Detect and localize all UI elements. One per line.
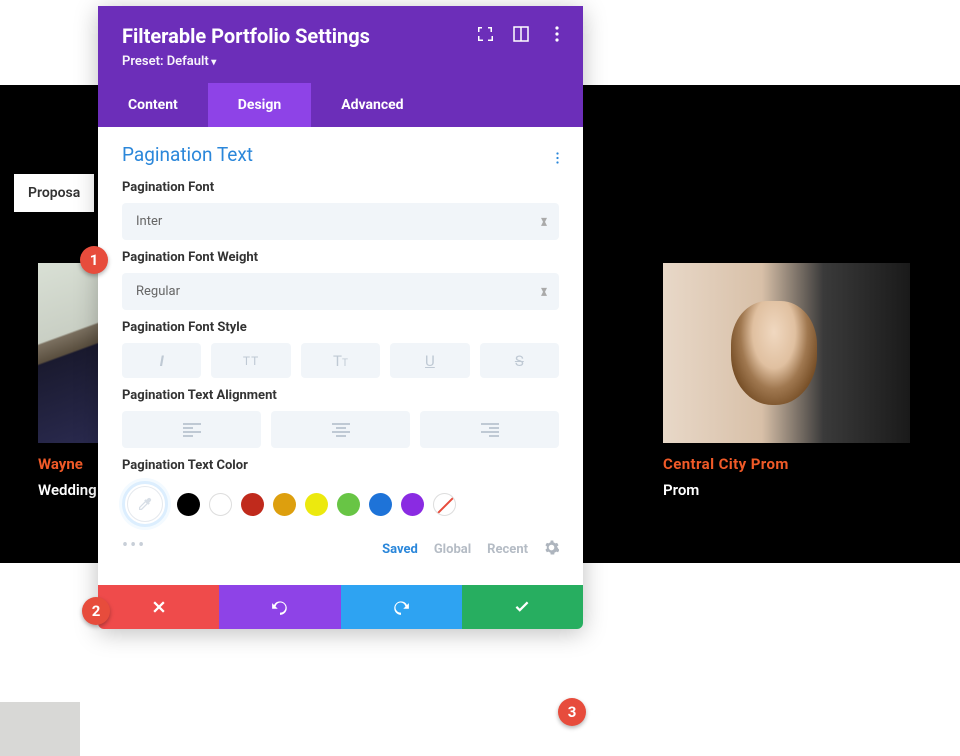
swatch-black[interactable] xyxy=(177,493,200,516)
section-title-text: Pagination Text xyxy=(122,143,253,166)
redo-icon xyxy=(392,598,410,616)
label-text-alignment: Pagination Text Alignment xyxy=(122,388,559,403)
pagination-weight-select[interactable]: Regular xyxy=(122,273,559,310)
expand-icon[interactable] xyxy=(477,26,493,42)
align-center-button[interactable] xyxy=(271,411,410,448)
modal-body: Pagination Text Pagination Font Inter Pa… xyxy=(98,127,583,567)
tab-advanced[interactable]: Advanced xyxy=(311,83,433,127)
page-2[interactable]: 2 xyxy=(827,576,838,595)
portfolio-thumb xyxy=(663,263,910,443)
eyedropper-icon xyxy=(137,496,153,512)
style-underline-button[interactable]: U xyxy=(390,343,469,378)
redo-button[interactable] xyxy=(341,585,462,629)
bg-gray-block xyxy=(0,702,80,756)
select-value: Regular xyxy=(136,284,180,299)
portfolio-title[interactable]: Wayne xyxy=(38,455,98,473)
undo-icon xyxy=(271,598,289,616)
filter-tab[interactable]: Proposa xyxy=(14,174,94,212)
style-strike-button[interactable]: S xyxy=(480,343,559,378)
swatch-purple[interactable] xyxy=(401,493,424,516)
portfolio-category[interactable]: Wedding xyxy=(38,481,98,499)
swatch-none[interactable] xyxy=(433,493,456,516)
check-icon xyxy=(513,598,531,616)
swatch-orange[interactable] xyxy=(273,493,296,516)
tab-design[interactable]: Design xyxy=(208,83,311,127)
align-right-button[interactable] xyxy=(420,411,559,448)
align-left-button[interactable] xyxy=(122,411,261,448)
style-uppercase-button[interactable]: TT xyxy=(211,343,290,378)
palette-tabs: Saved Global Recent xyxy=(122,540,559,559)
portfolio-title[interactable]: Central City Prom xyxy=(663,455,910,473)
undo-button[interactable] xyxy=(219,585,340,629)
kebab-icon[interactable] xyxy=(549,26,565,42)
portfolio-card-left[interactable]: Wayne Wedding xyxy=(38,263,98,499)
settings-modal: Filterable Portfolio Settings Preset: De… xyxy=(98,6,583,629)
color-swatches xyxy=(122,481,559,527)
swatch-yellow[interactable] xyxy=(305,493,328,516)
modal-header: Filterable Portfolio Settings Preset: De… xyxy=(98,6,583,83)
palette-saved-tab[interactable]: Saved xyxy=(382,542,418,557)
page-1[interactable]: 1 xyxy=(794,576,805,595)
columns-icon[interactable] xyxy=(513,26,529,42)
close-icon xyxy=(150,598,168,616)
label-text-color: Pagination Text Color xyxy=(122,458,559,473)
section-kebab-icon[interactable] xyxy=(556,147,559,170)
portfolio-card-right[interactable]: Central City Prom Prom xyxy=(663,263,910,499)
portfolio-category[interactable]: Prom xyxy=(663,481,910,499)
pagination: 1 2 Next xyxy=(786,576,910,595)
annotation-1: 1 xyxy=(80,246,108,274)
palette-global-tab[interactable]: Global xyxy=(434,542,471,557)
pagination-font-select[interactable]: Inter xyxy=(122,203,559,240)
label-pagination-font: Pagination Font xyxy=(122,180,559,195)
style-italic-button[interactable]: I xyxy=(122,343,201,378)
swatch-blue[interactable] xyxy=(369,493,392,516)
swatch-green[interactable] xyxy=(337,493,360,516)
section-title[interactable]: Pagination Text xyxy=(122,143,559,166)
select-value: Inter xyxy=(136,214,162,229)
save-button[interactable] xyxy=(462,585,583,629)
modal-tabs: Content Design Advanced xyxy=(98,83,583,127)
modal-footer xyxy=(98,585,583,629)
tab-content[interactable]: Content xyxy=(98,83,208,127)
label-font-style: Pagination Font Style xyxy=(122,320,559,335)
cancel-button[interactable] xyxy=(98,585,219,629)
preset-dropdown[interactable]: Preset: Default xyxy=(122,54,559,69)
page-next[interactable]: Next xyxy=(861,576,902,595)
palette-recent-tab[interactable]: Recent xyxy=(487,542,528,557)
swatch-red[interactable] xyxy=(241,493,264,516)
eyedropper-button[interactable] xyxy=(122,481,168,527)
portfolio-thumb xyxy=(38,263,98,443)
label-pagination-weight: Pagination Font Weight xyxy=(122,250,559,265)
annotation-3: 3 xyxy=(558,698,586,726)
palette-settings-icon[interactable] xyxy=(544,540,559,559)
annotation-2: 2 xyxy=(82,597,110,625)
swatch-white[interactable] xyxy=(209,493,232,516)
style-capitalize-button[interactable]: TT xyxy=(301,343,380,378)
